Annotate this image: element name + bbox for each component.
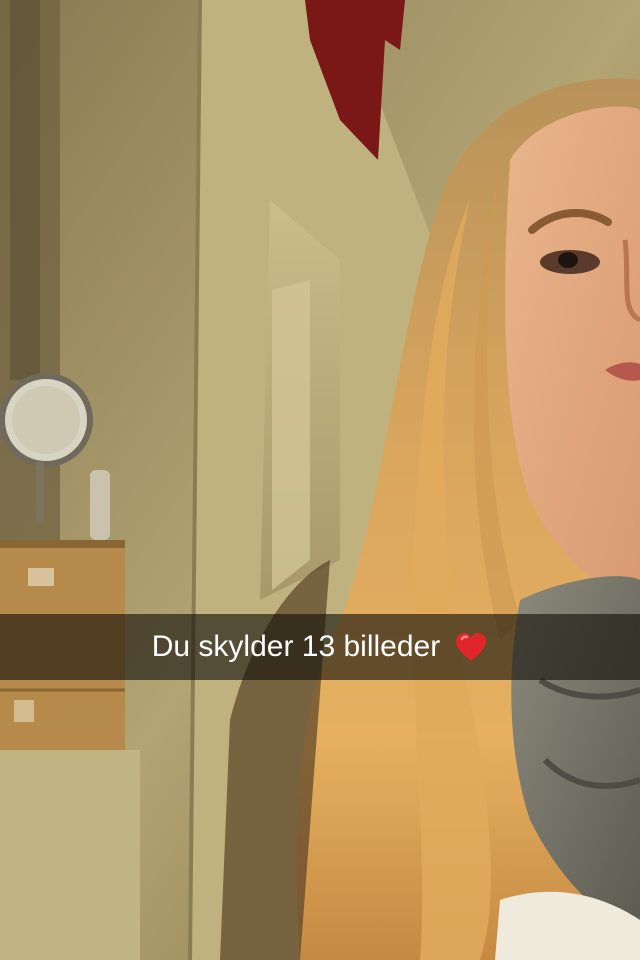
lower-cabinet bbox=[0, 750, 140, 960]
pupil bbox=[558, 252, 578, 268]
snap-caption-bar: Du skylder 13 billeder bbox=[0, 614, 640, 680]
photo-scene bbox=[0, 0, 640, 960]
heart-icon bbox=[454, 631, 488, 663]
snap-photo: Du skylder 13 billeder bbox=[0, 0, 640, 960]
drawer-label bbox=[28, 568, 54, 586]
door-panel bbox=[272, 280, 310, 590]
mirror-glass bbox=[12, 386, 80, 454]
drawer-label-2 bbox=[14, 700, 34, 722]
snap-caption-text: Du skylder 13 billeder bbox=[151, 630, 441, 663]
bottle bbox=[90, 470, 110, 540]
drawers-top bbox=[0, 540, 125, 548]
dark-panel bbox=[10, 0, 40, 380]
mirror-stand bbox=[36, 462, 44, 522]
